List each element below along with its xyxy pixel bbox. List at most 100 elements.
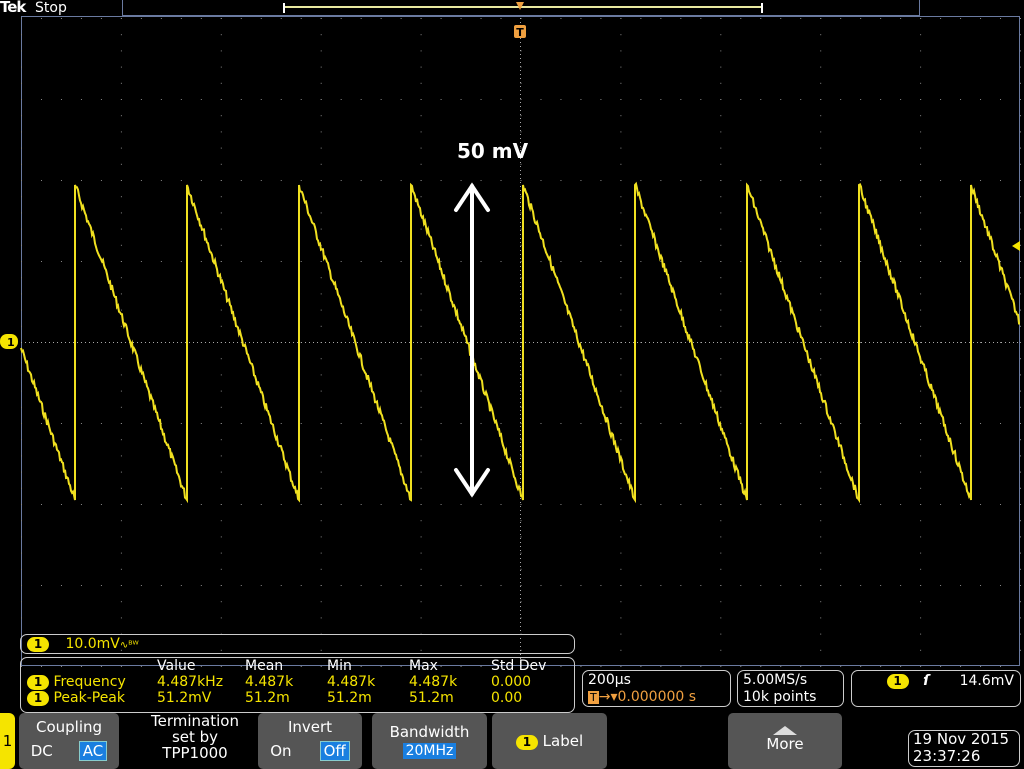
graticule-dot bbox=[33, 342, 34, 343]
graticule-dot bbox=[933, 342, 934, 343]
graticule-dot bbox=[480, 261, 482, 262]
graticule-dot bbox=[720, 439, 722, 441]
graticule-dot bbox=[40, 423, 42, 424]
graticule-dot bbox=[320, 131, 322, 133]
graticule-dot bbox=[820, 471, 822, 473]
graticule-dot bbox=[905, 342, 906, 343]
graticule-dot bbox=[405, 342, 406, 343]
graticule-dot bbox=[860, 504, 862, 505]
graticule-dot bbox=[393, 342, 394, 343]
trigger-level-marker[interactable] bbox=[1012, 241, 1020, 251]
graticule-dot bbox=[1020, 66, 1021, 68]
graticule-dot bbox=[820, 325, 822, 327]
date-time-readout: 19 Nov 2015 23:37:26 bbox=[908, 730, 1020, 767]
graticule-dot bbox=[445, 342, 446, 343]
trigger-readout[interactable]: 1 ſ 14.6mV bbox=[851, 670, 1021, 707]
more-button[interactable]: More bbox=[728, 713, 842, 769]
graticule-dot bbox=[420, 423, 422, 424]
graticule-dot bbox=[120, 277, 122, 279]
graticule-dot bbox=[573, 342, 574, 343]
graticule-dot bbox=[520, 294, 521, 295]
graticule-dot bbox=[21, 617, 22, 619]
channel-1-readout[interactable]: 1 10.0mV∿ᴮᵂ bbox=[20, 634, 575, 654]
graticule-dot bbox=[820, 147, 822, 149]
graticule-dot bbox=[420, 325, 422, 327]
graticule-dot bbox=[1000, 99, 1002, 100]
graticule-dot bbox=[220, 50, 222, 52]
graticule-dot bbox=[720, 601, 722, 603]
graticule-dot bbox=[401, 342, 402, 343]
graticule-dot bbox=[980, 423, 982, 424]
graticule-dot bbox=[120, 34, 122, 36]
graticule-dot bbox=[320, 325, 322, 327]
graticule-dot bbox=[865, 342, 866, 343]
graticule-dot bbox=[120, 115, 122, 117]
coupling-button[interactable]: Coupling DC AC bbox=[19, 713, 119, 769]
graticule-dot bbox=[960, 423, 962, 424]
graticule-dot bbox=[669, 342, 670, 343]
graticule-dot bbox=[220, 520, 222, 522]
graticule-dot bbox=[21, 504, 22, 505]
graticule-dot bbox=[1020, 568, 1021, 570]
graticule-dot bbox=[520, 250, 521, 251]
graticule-dot bbox=[920, 180, 922, 181]
graticule-dot bbox=[409, 342, 410, 343]
graticule-dot bbox=[493, 342, 494, 343]
graticule-dot bbox=[120, 455, 122, 457]
graticule-dot bbox=[860, 261, 862, 262]
invert-on[interactable]: On bbox=[270, 742, 291, 760]
graticule-dot bbox=[820, 261, 822, 262]
channel-1-ground-marker[interactable]: 1 bbox=[0, 334, 18, 349]
graticule-dot bbox=[520, 50, 521, 51]
graticule-dot bbox=[120, 536, 122, 538]
graticule-dot bbox=[520, 386, 521, 387]
coupling-ac-selected[interactable]: AC bbox=[78, 741, 108, 761]
graticule-dot bbox=[337, 342, 338, 343]
graticule-dot bbox=[120, 50, 122, 52]
graticule-dot bbox=[820, 293, 822, 295]
graticule-dot bbox=[745, 342, 746, 343]
channel-1-menu-tab[interactable]: 1 bbox=[0, 713, 15, 769]
acquisition-readout[interactable]: 5.00MS/s 10k points bbox=[737, 670, 844, 707]
invert-off-selected[interactable]: Off bbox=[319, 741, 350, 761]
measurement-row[interactable]: 1 Frequency 4.487kHz 4.487k 4.487k 4.487… bbox=[23, 674, 550, 690]
graticule-dot bbox=[620, 568, 622, 570]
graticule-dot bbox=[820, 423, 822, 424]
graticule-dot bbox=[160, 18, 162, 19]
graticule-dot bbox=[149, 342, 150, 343]
invert-button[interactable]: Invert On Off bbox=[258, 713, 362, 769]
graticule-dot bbox=[520, 118, 521, 119]
graticule-dot bbox=[1020, 358, 1021, 360]
graticule-dot bbox=[260, 99, 262, 100]
graticule-dot bbox=[820, 406, 822, 408]
graticule-dot bbox=[513, 342, 514, 343]
bandwidth-button[interactable]: Bandwidth 20MHz bbox=[372, 713, 487, 769]
measurement-row[interactable]: 1 Peak-Peak 51.2mV 51.2m 51.2m 51.2m 0.0… bbox=[23, 690, 550, 706]
graticule-dot bbox=[660, 261, 662, 262]
graticule-dot bbox=[520, 394, 521, 395]
graticule-dot bbox=[957, 342, 958, 343]
graticule-dot bbox=[1020, 277, 1021, 279]
graticule-dot bbox=[320, 212, 322, 214]
graticule-dot bbox=[21, 293, 22, 295]
graticule-dot bbox=[941, 342, 942, 343]
graticule-dot bbox=[920, 18, 922, 19]
timebase-readout[interactable]: 200µs T →▾0.000000 s bbox=[582, 670, 731, 707]
graticule-dot bbox=[477, 342, 478, 343]
graticule-dot bbox=[1020, 552, 1021, 554]
graticule-dot bbox=[1020, 244, 1021, 246]
graticule-dot bbox=[540, 99, 542, 100]
graticule-dot bbox=[201, 342, 202, 343]
graticule-dot bbox=[520, 570, 521, 571]
graticule-dot bbox=[640, 585, 642, 586]
trigger-position-marker[interactable]: T bbox=[514, 2, 526, 39]
graticule-dot bbox=[820, 196, 822, 198]
graticule-dot bbox=[120, 504, 122, 505]
label-button[interactable]: 1 Label bbox=[492, 713, 607, 769]
graticule-dot bbox=[781, 342, 782, 343]
graticule-dot bbox=[520, 258, 521, 259]
graticule-dot bbox=[520, 510, 521, 511]
graticule-dot bbox=[260, 261, 262, 262]
coupling-dc[interactable]: DC bbox=[31, 742, 53, 760]
graticule-dot bbox=[1020, 212, 1021, 214]
